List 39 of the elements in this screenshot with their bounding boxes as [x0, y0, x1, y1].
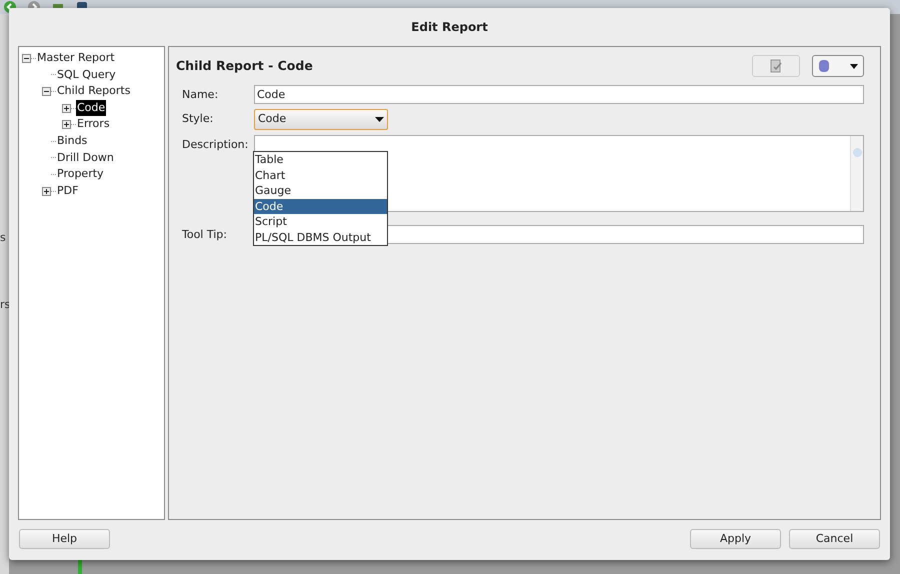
field-label: Description: [181, 137, 250, 153]
dropdown-option[interactable]: Chart [254, 168, 387, 183]
tree-item[interactable]: Code [76, 100, 106, 116]
tree-item[interactable]: SQL Query [56, 66, 117, 84]
dropdown-option[interactable]: Code [254, 198, 387, 214]
field-label: Tool Tip: [181, 227, 228, 243]
checklist-button[interactable] [752, 55, 800, 77]
collapse-icon[interactable] [42, 86, 51, 96]
dialog-button[interactable]: Cancel [789, 529, 880, 549]
name-field[interactable]: Code [254, 85, 864, 104]
dropdown-option[interactable]: PL/SQL DBMS Output [254, 230, 387, 245]
expand-icon[interactable] [62, 104, 71, 113]
scrollbar[interactable] [850, 136, 863, 211]
background-text: s [0, 230, 6, 246]
panel-title: Child Report - Code [176, 56, 313, 75]
style-dropdown[interactable]: Code [254, 109, 388, 130]
expand-icon[interactable] [62, 120, 71, 130]
caret-icon [375, 117, 384, 122]
expand-icon[interactable] [42, 186, 51, 196]
tree-item[interactable]: PDF [56, 182, 80, 200]
caret-icon [850, 64, 858, 68]
tree-item[interactable]: Errors [76, 116, 111, 133]
tree-item[interactable]: Drill Down [56, 150, 115, 166]
collapse-icon[interactable] [22, 54, 31, 63]
tree-item[interactable]: Master Report [36, 50, 116, 67]
checklist-icon [769, 59, 783, 73]
window-title: Edit Report [411, 19, 488, 36]
tree-item[interactable]: Property [56, 166, 105, 183]
field-label: Style: [181, 111, 214, 127]
tree-item[interactable]: Child Reports [56, 83, 132, 100]
database-dropdown[interactable] [812, 55, 864, 77]
field-label: Name: [181, 87, 220, 103]
dialog-button[interactable]: Help [19, 529, 110, 549]
tree-item[interactable]: Binds [56, 133, 88, 150]
dropdown-option[interactable]: Script [254, 214, 387, 230]
dropdown-option[interactable]: Gauge [254, 183, 387, 198]
database-icon [818, 59, 830, 73]
dropdown-option[interactable]: Table [254, 152, 387, 168]
dialog-button[interactable]: Apply [690, 529, 781, 549]
